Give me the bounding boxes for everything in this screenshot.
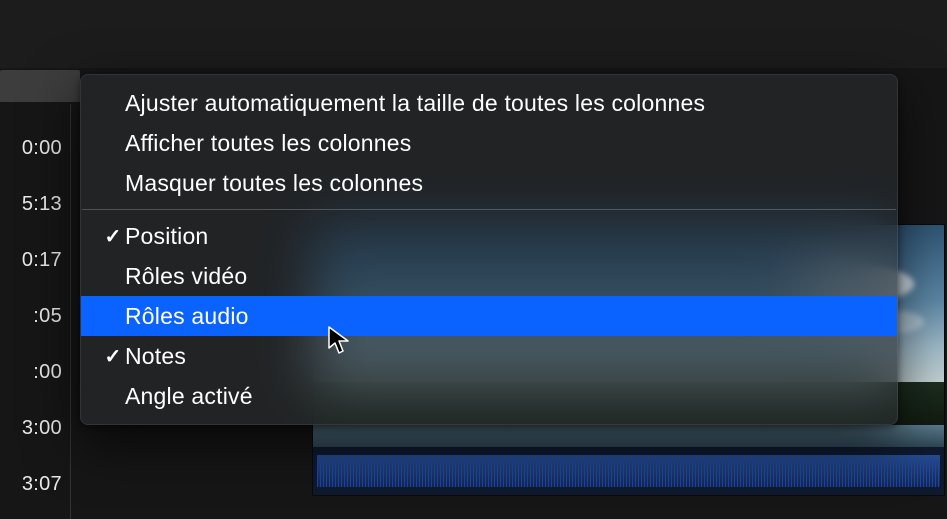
- timecode-cell: 0:17: [0, 232, 70, 288]
- toolbar-background: [0, 0, 947, 68]
- menu-item-label: Afficher toutes les colonnes: [125, 130, 877, 157]
- menu-item-show-all-columns[interactable]: Afficher toutes les colonnes: [81, 123, 897, 163]
- menu-item-label: Notes: [125, 343, 877, 370]
- timecode-cell: 3:00: [0, 400, 70, 456]
- menu-item-column-notes[interactable]: ✓ Notes: [81, 336, 897, 376]
- menu-separator: [82, 209, 896, 210]
- clip-thumbnail: [313, 425, 944, 447]
- column-header-tab[interactable]: [0, 70, 80, 102]
- clip-audio-waveform: [313, 447, 944, 495]
- checkmark-icon: ✓: [101, 344, 125, 369]
- menu-item-label: Angle activé: [125, 383, 877, 410]
- menu-item-label: Masquer toutes les colonnes: [125, 170, 877, 197]
- menu-item-column-angle-active[interactable]: Angle activé: [81, 376, 897, 416]
- menu-item-column-position[interactable]: ✓ Position: [81, 216, 897, 256]
- timecode-cell: 5:13: [0, 176, 70, 232]
- menu-item-hide-all-columns[interactable]: Masquer toutes les colonnes: [81, 163, 897, 203]
- timecode-cell: :00: [0, 344, 70, 400]
- menu-item-auto-size-columns[interactable]: Ajuster automatiquement la taille de tou…: [81, 83, 897, 123]
- menu-item-column-roles-video[interactable]: Rôles vidéo: [81, 256, 897, 296]
- checkmark-icon: ✓: [101, 224, 125, 249]
- timecode-cell: :05: [0, 288, 70, 344]
- timecode-cell: 3:07: [0, 456, 70, 512]
- column-context-menu[interactable]: Ajuster automatiquement la taille de tou…: [80, 74, 898, 425]
- menu-item-column-roles-audio[interactable]: Rôles audio: [81, 296, 897, 336]
- timecode-column: 0:00 5:13 0:17 :05 :00 3:00 3:07: [0, 120, 70, 512]
- menu-item-label: Rôles vidéo: [125, 263, 877, 290]
- timecode-cell: 0:00: [0, 120, 70, 176]
- menu-item-label: Rôles audio: [125, 303, 877, 330]
- column-divider: [70, 104, 71, 519]
- menu-item-label: Position: [125, 223, 877, 250]
- menu-item-label: Ajuster automatiquement la taille de tou…: [125, 90, 877, 117]
